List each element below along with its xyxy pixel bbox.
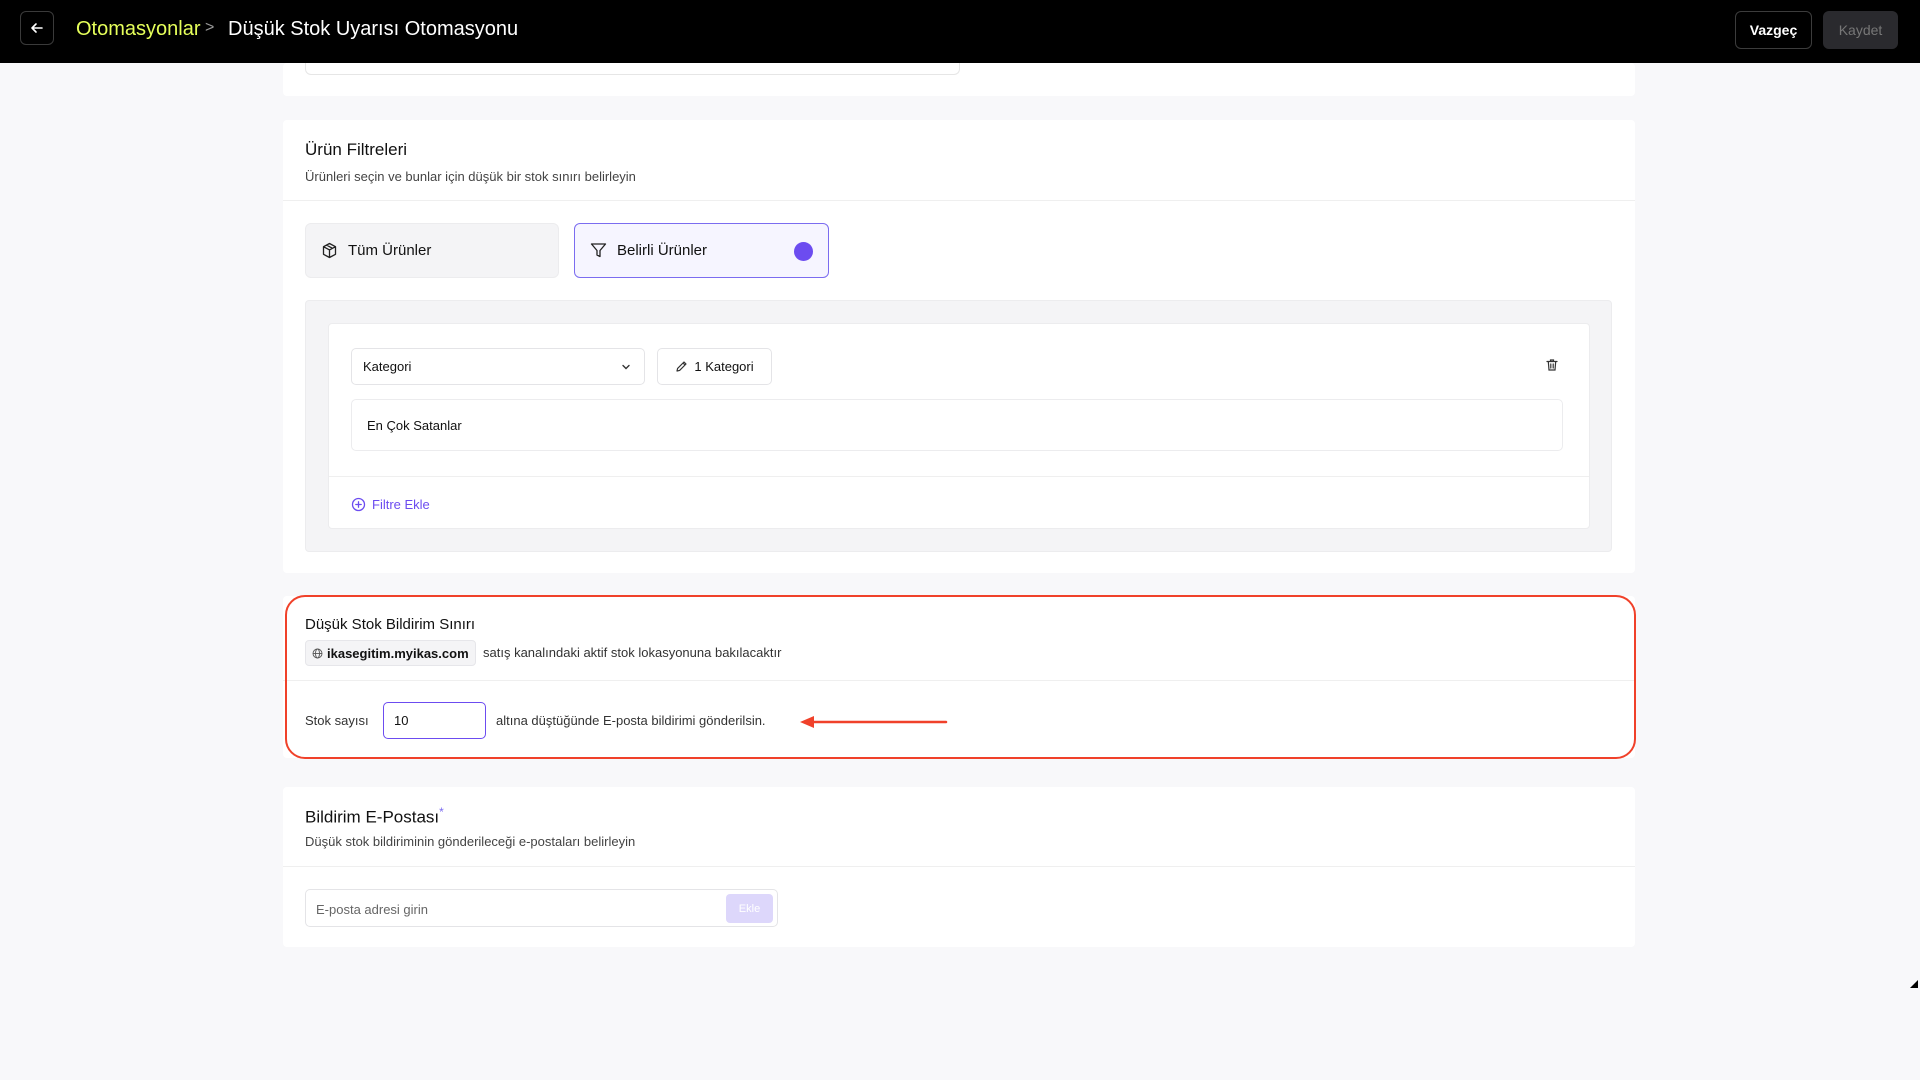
product-filters-subtitle: Ürünleri seçin ve bunlar için düşük bir … (305, 169, 636, 184)
divider (329, 476, 1589, 477)
email-input[interactable] (316, 899, 716, 919)
back-button[interactable] (20, 11, 54, 45)
sales-channel-domain: ikasegitim.myikas.com (327, 645, 469, 661)
stock-limit-card: Düşük Stok Bildirim Sınırı ikasegitim.my… (283, 596, 1635, 758)
corner-mark (1910, 980, 1918, 988)
product-filters-card: Ürün Filtreleri Ürünleri seçin ve bunlar… (283, 120, 1635, 573)
email-input-group: Ekle (305, 889, 778, 927)
trash-icon[interactable] (1545, 358, 1559, 372)
notification-email-title: Bildirim E-Postası* (305, 805, 444, 828)
product-filters-title: Ürün Filtreleri (305, 140, 408, 159)
edit-category-label: 1 Kategori (694, 359, 754, 374)
option-all-products[interactable]: Tüm Ürünler (305, 223, 559, 278)
stock-count-suffix: altına düştüğünde E-posta bildirimi gönd… (496, 713, 766, 728)
breadcrumb-automations[interactable]: Otomasyonlar (76, 18, 201, 41)
breadcrumb-separator: > (205, 19, 215, 36)
selected-category: En Çok Satanlar (367, 417, 462, 433)
option-all-products-label: Tüm Ürünler (348, 242, 432, 259)
selected-categories: En Çok Satanlar (351, 399, 1563, 451)
filter-group: Kategori 1 Kategori En Çok Satanlar Filt… (305, 300, 1612, 552)
top-bar: Otomasyonlar > Düşük Stok Uyarısı Otomas… (0, 0, 1920, 63)
sales-channel-chip: ikasegitim.myikas.com (305, 640, 476, 666)
filter-type-value: Kategori (363, 359, 412, 374)
filter-type-select[interactable]: Kategori (351, 348, 645, 385)
add-filter-label: Filtre Ekle (372, 497, 430, 512)
sales-channel-note: satış kanalındaki aktif stok lokasyonuna… (483, 645, 782, 660)
stock-limit-title: Düşük Stok Bildirim Sınırı (305, 616, 476, 633)
divider (283, 680, 1635, 681)
previous-input-edge (305, 63, 960, 75)
divider (283, 866, 1635, 867)
chevron-down-icon (622, 364, 630, 370)
notification-email-subtitle: Düşük stok bildiriminin gönderileceği e-… (305, 834, 636, 849)
option-specific-products-label: Belirli Ürünler (617, 242, 708, 259)
filter-icon (590, 243, 607, 258)
stock-count-label: Stok sayısı (305, 713, 369, 728)
divider (283, 200, 1635, 201)
required-mark: * (439, 805, 444, 819)
add-email-button[interactable]: Ekle (726, 894, 773, 923)
add-filter-button[interactable]: Filtre Ekle (351, 497, 430, 512)
stock-count-input[interactable] (383, 702, 486, 739)
save-button[interactable]: Kaydet (1823, 11, 1898, 49)
arrow-left-icon (31, 23, 43, 33)
plus-circle-icon (351, 497, 366, 512)
filter-row: Kategori 1 Kategori En Çok Satanlar Filt… (328, 323, 1590, 529)
globe-icon (312, 648, 323, 658)
cancel-button[interactable]: Vazgeç (1735, 11, 1812, 49)
check-circle-icon (794, 242, 813, 261)
notification-email-title-text: Bildirim E-Postası (305, 807, 440, 827)
box-icon (322, 242, 337, 259)
edit-category-button[interactable]: 1 Kategori (657, 348, 772, 385)
arrow-left-annotation-icon (800, 716, 948, 728)
previous-section-card (283, 63, 1635, 96)
notification-email-card: Bildirim E-Postası* Düşük stok bildirimi… (283, 787, 1635, 947)
page-title: Düşük Stok Uyarısı Otomasyonu (228, 18, 519, 40)
option-specific-products[interactable]: Belirli Ürünler (574, 223, 829, 278)
pencil-icon (676, 361, 687, 372)
